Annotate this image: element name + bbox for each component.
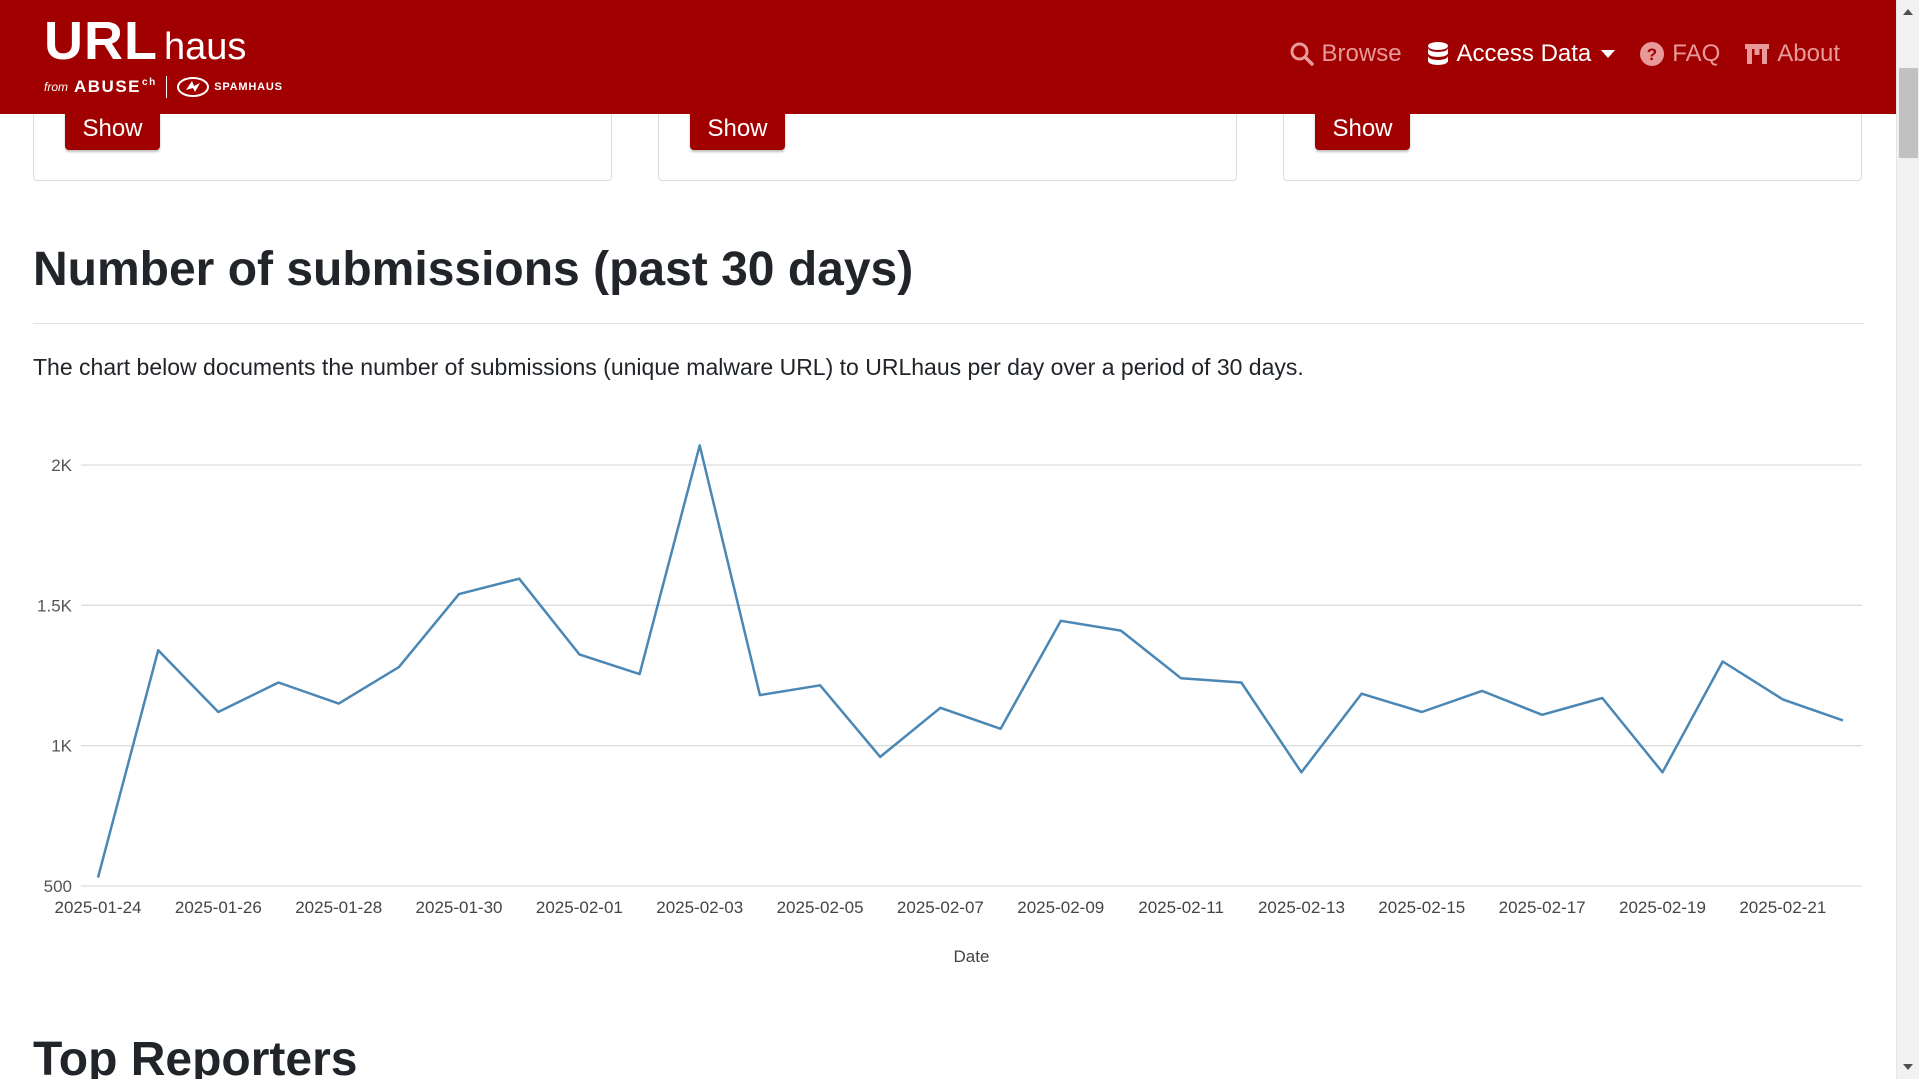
divider xyxy=(33,323,1864,324)
chart-y-tick-label: 500 xyxy=(44,877,72,896)
chart-y-axis: 500 1K 1.5K 2K xyxy=(37,456,73,896)
chart-x-tick-label: 2025-02-01 xyxy=(536,898,623,917)
chart-x-tick-label: 2025-01-28 xyxy=(295,898,382,917)
abusech-logo: ABUSEch xyxy=(74,77,157,97)
next-section-title: Top Reporters xyxy=(33,1033,358,1079)
brand-url-text: URL xyxy=(44,11,158,71)
ch-text: ch xyxy=(142,77,157,89)
nav-faq[interactable]: ? FAQ xyxy=(1639,40,1720,68)
navbar: URL haus from ABUSEch SPAMHAUS Browse Ac… xyxy=(0,0,1896,114)
question-circle-icon: ? xyxy=(1640,42,1665,66)
brand-from-text: from xyxy=(44,80,68,94)
chart-x-tick-label: 2025-02-03 xyxy=(656,898,743,917)
scroll-up-icon[interactable] xyxy=(1903,9,1913,15)
scrollbar-thumb[interactable] xyxy=(1899,68,1918,158)
chart-x-tick-label: 2025-02-07 xyxy=(897,898,984,917)
chart-x-tick-label: 2025-02-19 xyxy=(1619,898,1706,917)
chart-x-tick-label: 2025-02-17 xyxy=(1499,898,1586,917)
chart-x-tick-label: 2025-02-15 xyxy=(1378,898,1465,917)
chart-x-tick-label: 2025-02-09 xyxy=(1017,898,1104,917)
scroll-down-icon[interactable] xyxy=(1903,1064,1913,1070)
nav-about[interactable]: About xyxy=(1744,40,1840,68)
chart-x-tick-label: 2025-02-13 xyxy=(1258,898,1345,917)
vertical-scrollbar[interactable] xyxy=(1896,0,1919,1079)
chart-x-tick-label: 2025-01-26 xyxy=(175,898,262,917)
nav-access-data-label: Access Data xyxy=(1456,40,1592,67)
chevron-down-icon xyxy=(1601,50,1616,58)
chart-x-tick-label: 2025-01-30 xyxy=(416,898,503,917)
chart-y-tick-label: 1.5K xyxy=(37,596,73,615)
nav-access-data-dropdown[interactable]: Access Data xyxy=(1426,40,1616,68)
chart-x-tick-label: 2025-02-05 xyxy=(777,898,864,917)
submissions-line-chart: 5001K1.5K2K 2025-01-24 2025-01-26 2025-01-… xyxy=(37,444,1862,966)
chart-x-axis-title: Date xyxy=(954,947,990,966)
chart-gridlines xyxy=(81,464,1862,887)
chart-x-tick-label: 2025-01-24 xyxy=(55,898,142,917)
chart-y-tick-label: 1K xyxy=(51,737,72,756)
brand-separator xyxy=(165,76,168,98)
chart-x-tick-label: 2025-02-21 xyxy=(1739,898,1826,917)
svg-text:?: ? xyxy=(1647,45,1657,64)
chart-x-tick-label: 2025-02-11 xyxy=(1138,898,1224,917)
nav-browse[interactable]: Browse xyxy=(1289,40,1402,68)
main-nav: Browse Access Data ? FAQ About xyxy=(1265,40,1840,68)
search-icon xyxy=(1290,42,1314,66)
abuse-text: ABUSE xyxy=(74,77,142,96)
chart-x-axis: 2025-01-24 2025-01-26 2025-01-28 2025-01-30… xyxy=(55,898,1827,917)
building-icon xyxy=(1745,44,1770,64)
nav-faq-label: FAQ xyxy=(1672,40,1721,67)
database-icon xyxy=(1427,42,1448,65)
brand-logo[interactable]: URL haus from ABUSEch SPAMHAUS xyxy=(44,14,283,98)
nav-about-label: About xyxy=(1777,40,1840,67)
spamhaus-logo: SPAMHAUS xyxy=(176,76,283,98)
section-description: The chart below documents the number of … xyxy=(33,354,1304,380)
chart-y-tick-label: 2K xyxy=(51,456,72,475)
chart-series-line xyxy=(96,444,1844,878)
spamhaus-icon xyxy=(177,77,210,97)
section-title: Number of submissions (past 30 days) xyxy=(33,243,914,296)
nav-browse-label: Browse xyxy=(1321,40,1402,67)
brand-haus-text: haus xyxy=(163,26,247,68)
spamhaus-text: SPAMHAUS xyxy=(214,81,283,93)
